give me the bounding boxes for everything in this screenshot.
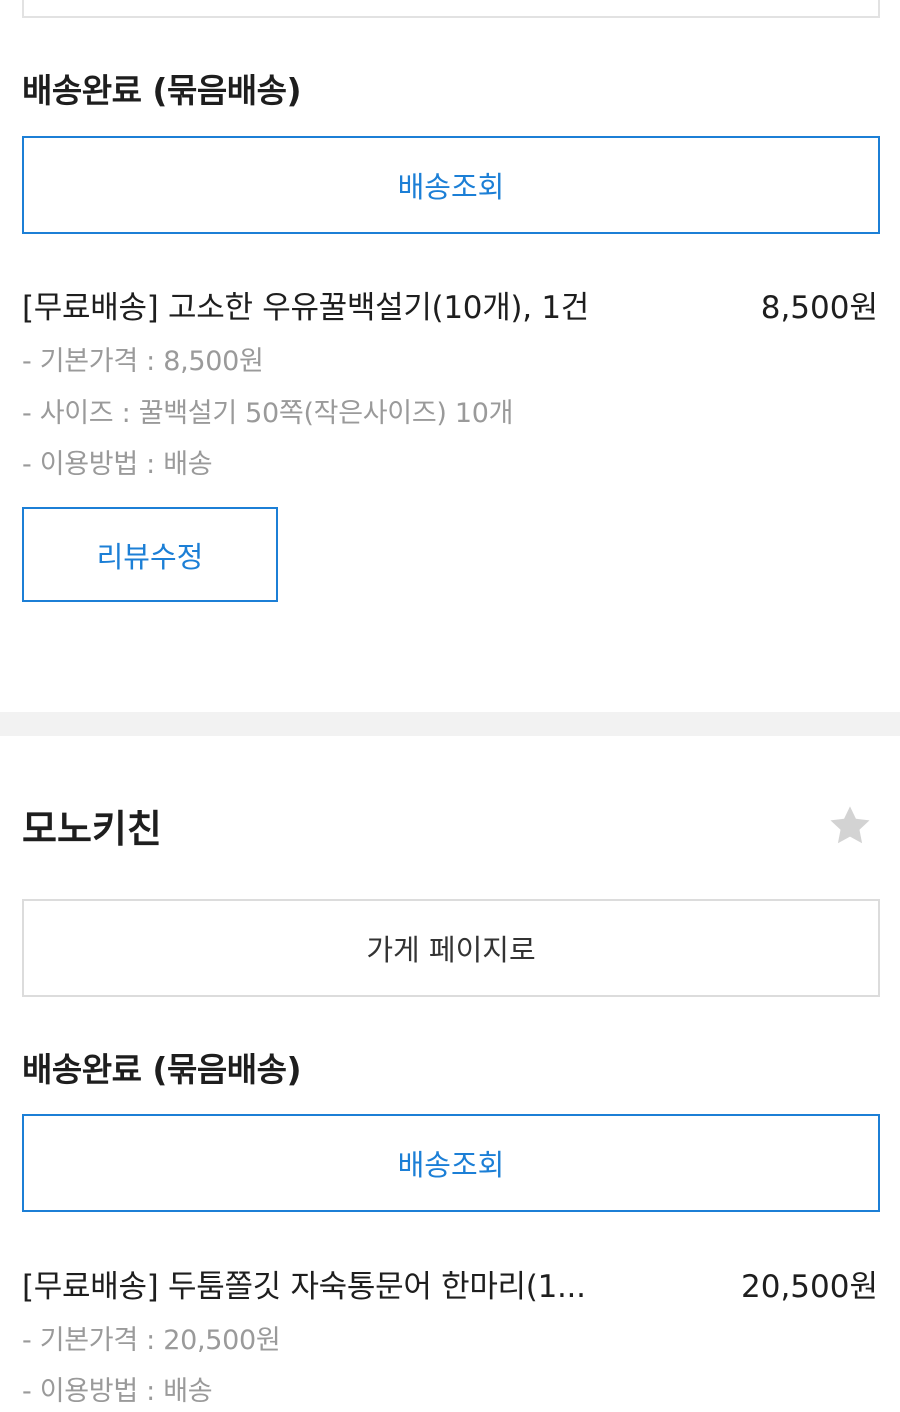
option-size: - 사이즈 : 꿀백설기 50쪽(작은사이즈) 10개 [22, 398, 514, 429]
track-delivery-button[interactable]: 배송조회 [22, 136, 880, 234]
store-page-button-previous[interactable] [22, 0, 880, 18]
edit-review-button[interactable]: 리뷰수정 [22, 507, 278, 602]
item-price: 8,500원 [760, 290, 878, 326]
item-price: 20,500원 [741, 1269, 878, 1305]
option-method: - 이용방법 : 배송 [22, 449, 213, 480]
star-icon[interactable] [826, 802, 874, 850]
option-base-price: - 기본가격 : 20,500원 [22, 1325, 281, 1356]
store-name[interactable]: 모노키친 [22, 798, 162, 853]
track-delivery-button[interactable]: 배송조회 [22, 1114, 880, 1212]
item-title: [무료배송] 두툼쫄깃 자숙통문어 한마리(1... [22, 1269, 586, 1305]
store-page-button[interactable]: 가게 페이지로 [22, 899, 880, 997]
section-separator [0, 712, 900, 736]
option-method: - 이용방법 : 배송 [22, 1376, 213, 1407]
item-title: [무료배송] 고소한 우유꿀백설기(10개), 1건 [22, 290, 589, 326]
option-base-price: - 기본가격 : 8,500원 [22, 346, 264, 377]
order-status: 배송완료 (묶음배송) [22, 1050, 302, 1089]
order-status: 배송완료 (묶음배송) [22, 71, 302, 110]
